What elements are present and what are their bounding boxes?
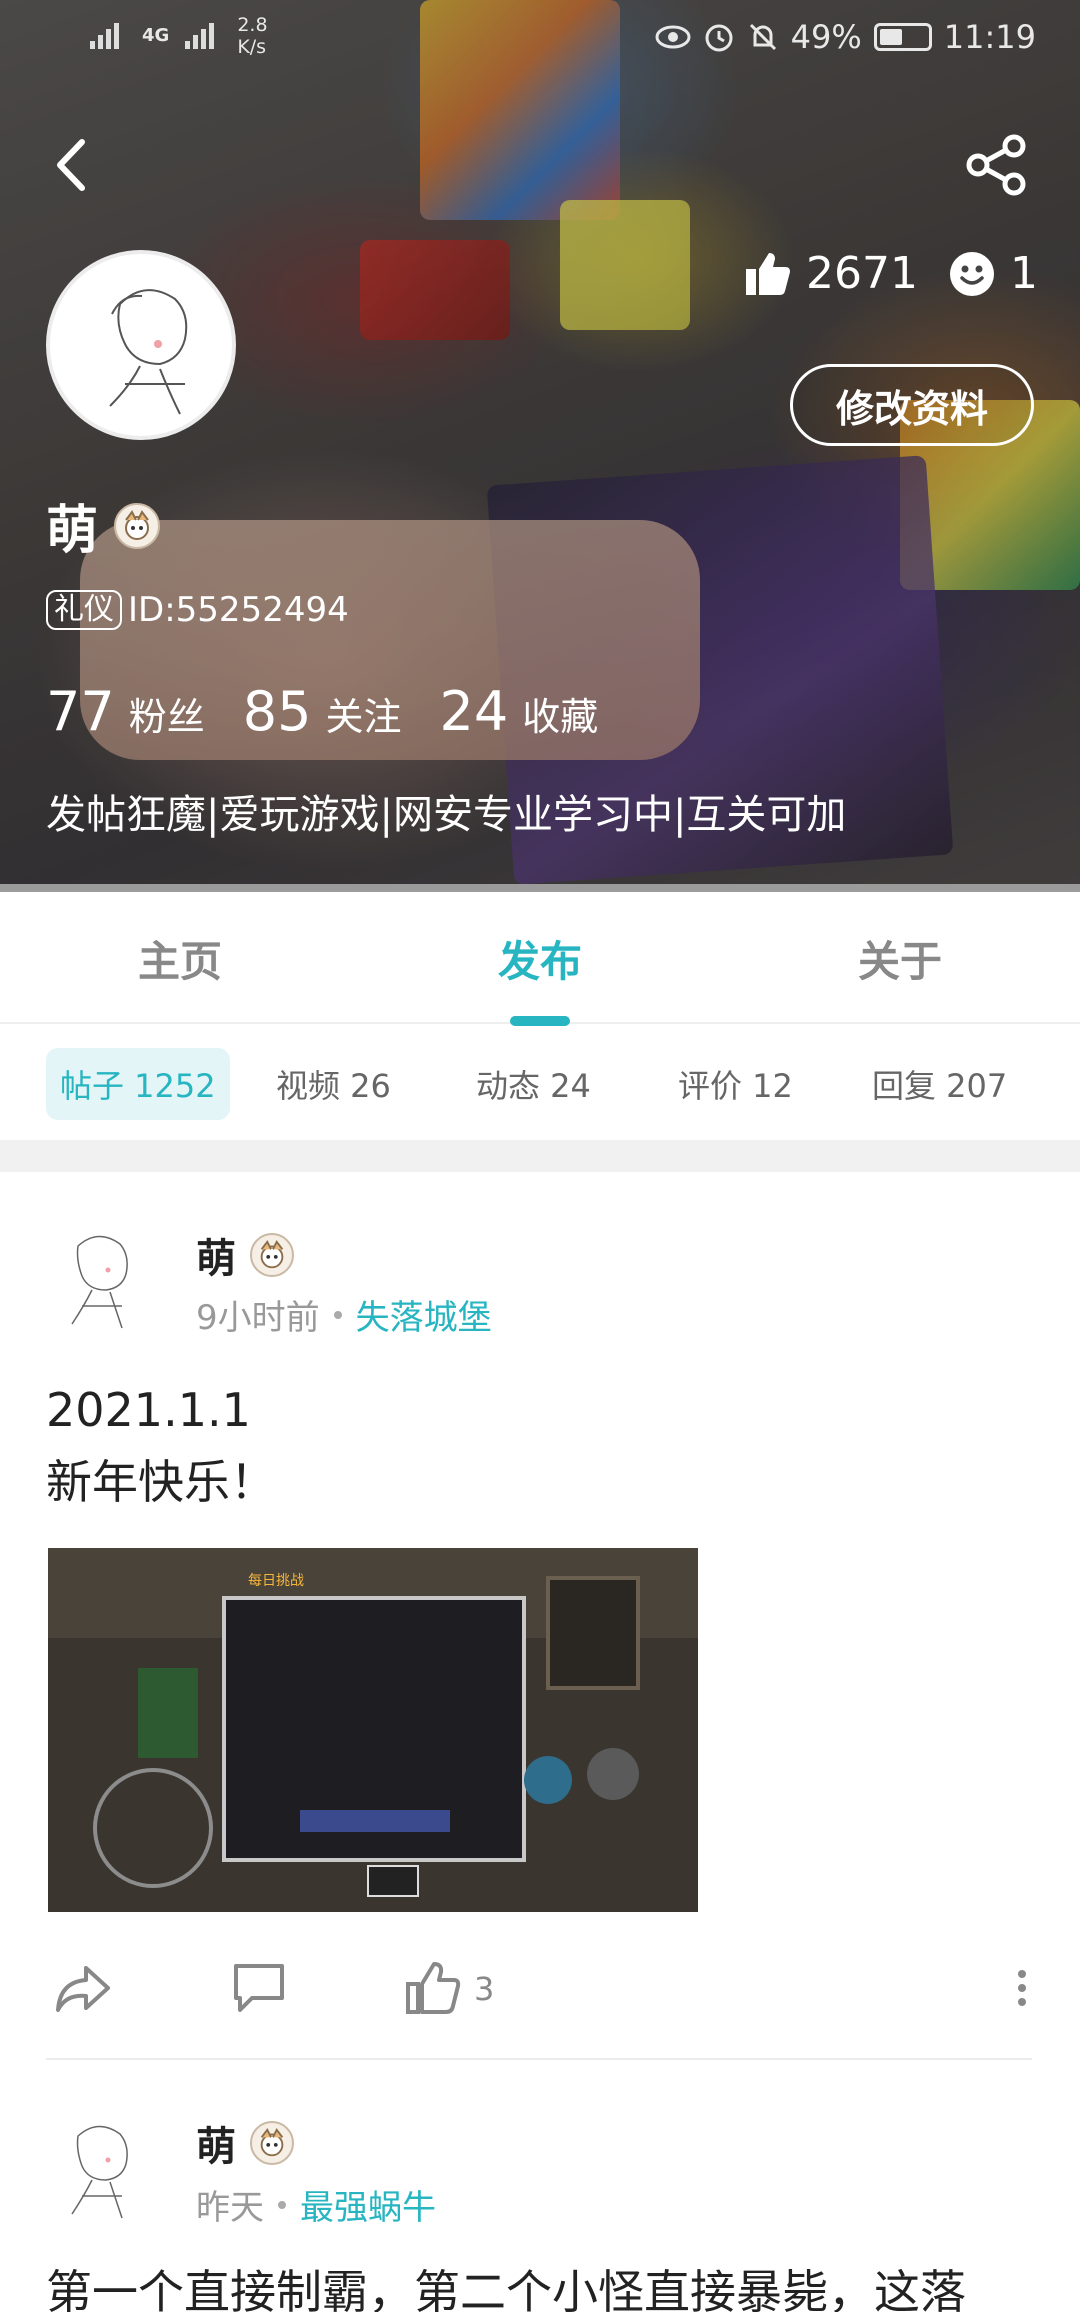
mascot-badge-icon — [250, 2121, 294, 2165]
profile-id: 礼仪 ID:55252494 — [46, 590, 349, 630]
profile-bio: 发帖狂魔|爱玩游戏|网安专业学习中|互关可加 — [46, 792, 847, 838]
battery-icon — [873, 23, 932, 51]
cube-decoration — [360, 240, 510, 340]
network-speed: 2.8 K/s — [237, 14, 267, 58]
forward-icon — [56, 1966, 110, 2012]
post-group-link[interactable]: 失落城堡 — [356, 1290, 492, 1339]
post-like-count: 3 — [474, 1970, 495, 2008]
post-time: 9小时前 — [196, 1298, 320, 1338]
post-avatar[interactable] — [48, 2116, 152, 2228]
network-type: 4G — [142, 25, 170, 46]
game-screenshot-icon — [48, 1548, 698, 1912]
profile-tabs: 主页 发布 关于 — [0, 892, 1080, 1024]
comment-action-button[interactable] — [230, 1960, 288, 2016]
post-title: 2021.1.1 — [46, 1383, 251, 1437]
favorites-label: 收藏 — [522, 695, 599, 739]
emoji-count: 1 — [1010, 248, 1038, 299]
clock: 11:19 — [943, 18, 1036, 56]
post-meta: 昨天 最强蜗牛 — [196, 2180, 436, 2229]
likes-stat: 2671 — [742, 248, 918, 299]
favorites-number: 24 — [439, 680, 509, 743]
following-count[interactable]: 85 关注 — [243, 680, 402, 743]
cover-edge — [0, 884, 1080, 892]
mascot-badge-icon — [114, 502, 161, 549]
edit-profile-button[interactable]: 修改资料 — [790, 364, 1034, 446]
more-options-button[interactable] — [1016, 1968, 1028, 2008]
fans-label: 粉丝 — [128, 695, 205, 739]
share-icon — [966, 134, 1026, 196]
post-author-name: 萌 — [196, 1236, 236, 1282]
following-number: 85 — [242, 680, 312, 743]
tab-home[interactable]: 主页 — [138, 928, 222, 989]
post-meta: 9小时前 失落城堡 — [196, 1290, 492, 1339]
section-gap — [0, 1140, 1080, 1172]
level-tag: 礼仪 — [46, 590, 122, 630]
post-body: 第一个直接制霸，第二个小怪直接暴毙，这落 — [46, 2265, 966, 2312]
separator-dot — [333, 1310, 342, 1319]
post-divider — [46, 2058, 1032, 2060]
post-image[interactable]: 每日挑战 — [48, 1548, 698, 1912]
comment-icon — [234, 1964, 284, 2012]
profile-page: 4G 2.8 K/s 49% 11:19 2671 1 修改资料 萌 礼仪 ID… — [0, 0, 1080, 2312]
thumbs-up-outline-icon — [406, 1962, 461, 2014]
tab-about[interactable]: 关于 — [858, 928, 942, 989]
mascot-badge-icon — [250, 1233, 294, 1277]
publish-subtabs: 帖子 1252 视频 26 动态 24 评价 12 回复 207 — [0, 1026, 1080, 1140]
tab-publish[interactable]: 发布 — [498, 928, 582, 989]
user-id: ID:55252494 — [128, 590, 349, 630]
chevron-left-icon — [57, 139, 85, 191]
post-author-name: 萌 — [196, 2124, 236, 2170]
back-button[interactable] — [42, 130, 102, 200]
like-action-button[interactable] — [404, 1960, 462, 2016]
favorites-count[interactable]: 24 收藏 — [439, 680, 598, 743]
subtab-reviews[interactable]: 评价 12 — [678, 1048, 793, 1120]
share-button[interactable] — [962, 130, 1032, 200]
post-group-link[interactable]: 最强蜗牛 — [300, 2180, 436, 2229]
signal-icon — [90, 23, 119, 49]
subtab-replies[interactable]: 回复 207 — [872, 1048, 1007, 1120]
status-bar: 4G 2.8 K/s 49% 11:19 — [0, 0, 1080, 80]
eye-icon — [655, 25, 691, 49]
post-author[interactable]: 萌 — [196, 1226, 294, 1284]
profile-counts: 77 粉丝 85 关注 24 收藏 — [46, 680, 598, 743]
following-label: 关注 — [325, 695, 402, 739]
avatar-sketch-icon — [109, 289, 188, 415]
thumbs-up-icon — [746, 252, 790, 295]
avatar-sketch-icon — [71, 1235, 128, 1329]
fans-count[interactable]: 77 粉丝 — [46, 680, 205, 743]
avatar[interactable] — [46, 250, 236, 440]
smiley-icon — [950, 251, 994, 296]
profile-name: 萌 — [46, 488, 161, 563]
separator-dot — [278, 2200, 286, 2209]
likes-count: 2671 — [806, 248, 918, 299]
share-action-button[interactable] — [54, 1960, 112, 2016]
network-speed-value: 2.8 — [237, 14, 268, 36]
post-author[interactable]: 萌 — [196, 2114, 294, 2172]
post-time: 昨天 — [196, 2188, 264, 2228]
network-speed-unit: K/s — [237, 36, 267, 58]
alarm-icon — [705, 24, 733, 52]
more-dots-icon — [1018, 1970, 1026, 2006]
mute-bell-icon — [749, 23, 776, 51]
battery-percent: 49% — [790, 18, 862, 56]
game-image-caption: 每日挑战 — [248, 1573, 304, 1589]
subtab-videos[interactable]: 视频 26 — [276, 1048, 391, 1120]
subtab-moments[interactable]: 动态 24 — [476, 1048, 591, 1120]
post-body: 新年快乐！ — [46, 1455, 276, 1509]
post-actions: 3 — [0, 1940, 1080, 2032]
fans-number: 77 — [46, 680, 115, 743]
emoji-stat: 1 — [948, 248, 1038, 299]
profile-name-text: 萌 — [46, 501, 99, 561]
signal-icon-2 — [185, 23, 215, 49]
post-avatar[interactable] — [48, 1226, 152, 1338]
subtab-posts[interactable]: 帖子 1252 — [46, 1048, 230, 1120]
cube-decoration — [560, 200, 690, 330]
tab-indicator — [510, 1016, 570, 1026]
avatar-sketch-icon — [71, 2125, 128, 2219]
